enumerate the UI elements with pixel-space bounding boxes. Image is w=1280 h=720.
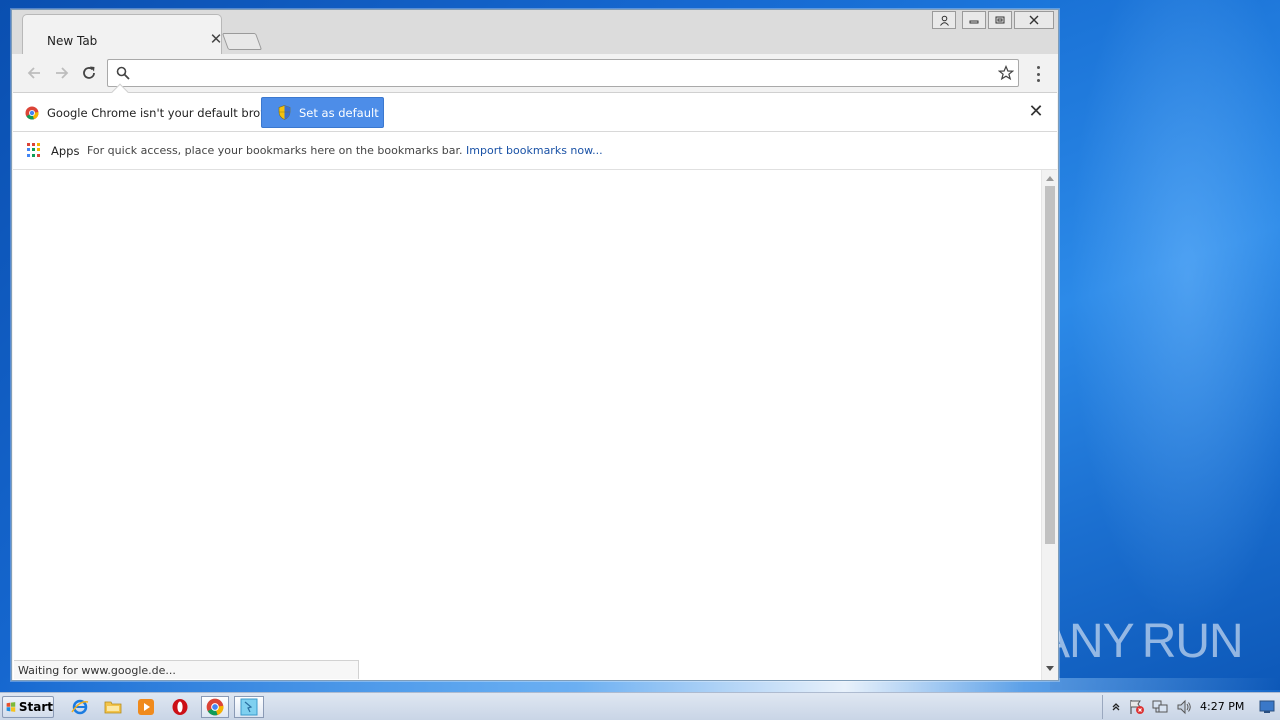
desktop-wallpaper <box>1050 0 1280 690</box>
minimize-button[interactable] <box>962 11 986 29</box>
address-input[interactable] <box>136 63 976 83</box>
tab-new-tab[interactable]: New Tab ✕ <box>22 14 222 54</box>
page-content: Waiting for www.google.de... <box>13 170 1057 680</box>
restore-button[interactable] <box>988 11 1012 29</box>
chrome-window: New Tab ✕ Google Chrome isn't your defau… <box>11 9 1059 681</box>
opera-icon[interactable] <box>168 696 192 718</box>
bookmarks-hint-text: For quick access, place your bookmarks h… <box>87 144 463 157</box>
back-button[interactable] <box>24 63 44 83</box>
anyrun-watermark: ANY RUN <box>1038 614 1244 668</box>
start-button[interactable]: Start <box>2 696 54 718</box>
vertical-scrollbar[interactable] <box>1041 170 1057 680</box>
toolbar <box>12 54 1058 92</box>
set-as-default-button[interactable]: Set as default <box>261 97 384 128</box>
user-button[interactable] <box>932 11 956 29</box>
show-desktop-icon[interactable] <box>1258 698 1276 716</box>
scroll-up-icon[interactable] <box>1046 176 1054 181</box>
chrome-icon <box>206 698 224 716</box>
app-icon[interactable] <box>234 696 264 718</box>
chrome-logo-icon <box>25 106 39 120</box>
infobar-message: Google Chrome isn't your default browser… <box>47 106 291 120</box>
infobar-close-icon[interactable]: ✕ <box>1028 103 1044 121</box>
network-icon[interactable] <box>1151 698 1169 716</box>
user-icon <box>939 15 949 26</box>
media-player-icon[interactable] <box>134 696 158 718</box>
back-arrow-icon <box>27 67 40 79</box>
bookmark-star-icon[interactable] <box>998 65 1014 81</box>
import-bookmarks-link[interactable]: Import bookmarks now... <box>466 144 603 157</box>
tab-close-icon[interactable]: ✕ <box>209 30 223 48</box>
search-icon <box>116 66 130 80</box>
scroll-down-icon[interactable] <box>1046 666 1054 671</box>
uac-shield-icon <box>278 105 291 120</box>
forward-button[interactable] <box>52 63 72 83</box>
restore-icon <box>995 16 1005 24</box>
new-tab-button[interactable] <box>221 33 263 50</box>
clock[interactable]: 4:27 PM <box>1200 700 1244 713</box>
status-bubble: Waiting for www.google.de... <box>14 660 359 679</box>
reload-button[interactable] <box>79 63 99 83</box>
scrollbar-thumb[interactable] <box>1045 186 1055 544</box>
set-as-default-label: Set as default <box>299 105 379 120</box>
apps-icon[interactable] <box>27 143 41 157</box>
explorer-folder-icon[interactable] <box>101 696 125 718</box>
address-bar[interactable] <box>107 59 1019 87</box>
action-center-icon[interactable] <box>1128 698 1146 716</box>
reload-icon <box>83 66 95 79</box>
close-icon <box>1029 15 1039 25</box>
volume-icon[interactable] <box>1175 698 1193 716</box>
internet-explorer-icon[interactable] <box>68 696 92 718</box>
chrome-taskbar-icon[interactable] <box>201 696 229 718</box>
minimize-icon <box>969 20 979 24</box>
taskbar: Start 4:27 PM <box>0 692 1280 720</box>
close-button[interactable] <box>1014 11 1054 29</box>
chrome-menu-icon[interactable] <box>1031 64 1045 84</box>
default-browser-infobar: Google Chrome isn't your default browser… <box>13 83 1057 132</box>
bookmarks-bar: Apps For quick access, place your bookma… <box>13 132 1057 170</box>
forward-arrow-icon <box>56 67 69 79</box>
tray-separator <box>1102 695 1103 719</box>
start-label: Start <box>18 700 53 714</box>
show-hidden-icons-icon[interactable] <box>1107 698 1125 716</box>
apps-shortcut[interactable]: Apps <box>51 144 79 158</box>
bookmarks-hint: For quick access, place your bookmarks h… <box>87 144 603 157</box>
tab-title: New Tab <box>47 34 98 48</box>
windows-logo-icon <box>6 702 16 712</box>
title-bar: New Tab ✕ <box>12 10 1058 54</box>
